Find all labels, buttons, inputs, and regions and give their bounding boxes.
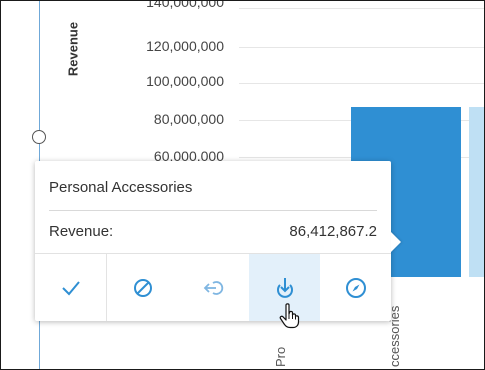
exclude-icon xyxy=(133,278,152,297)
hand-pointer-cursor xyxy=(279,303,301,334)
gridline xyxy=(239,47,484,48)
data-tooltip: Personal Accessories Revenue: 86,412,867… xyxy=(35,161,391,321)
drill-down-icon xyxy=(276,277,293,298)
measure-value: 86,412,867.2 xyxy=(289,223,377,240)
explore-compass-icon xyxy=(345,277,366,298)
y-tick: 120,000,000 xyxy=(146,38,224,54)
divider xyxy=(49,210,377,211)
bar-next-category[interactable] xyxy=(469,107,484,277)
chart-frame: Revenue 140,000,000 120,000,000 100,000,… xyxy=(0,0,485,370)
gridline xyxy=(239,83,484,84)
tooltip-actions xyxy=(35,254,391,321)
y-axis-label: Revenue xyxy=(65,21,81,77)
checkmark-icon xyxy=(61,280,80,295)
explore-button[interactable] xyxy=(320,254,391,321)
drill-up-button[interactable] xyxy=(178,254,249,321)
y-tick: 80,000,000 xyxy=(153,111,224,127)
gridline xyxy=(239,8,484,9)
x-axis-label: Pro xyxy=(273,346,288,367)
y-tick: 140,000,000 xyxy=(146,0,224,10)
measure-label: Revenue: xyxy=(49,223,114,240)
drill-up-icon xyxy=(203,280,223,295)
select-button[interactable] xyxy=(35,254,107,321)
axis-slider-handle[interactable] xyxy=(32,130,46,144)
tooltip-title: Personal Accessories xyxy=(49,179,193,196)
exclude-button[interactable] xyxy=(107,254,178,321)
y-tick: 100,000,000 xyxy=(146,73,224,89)
